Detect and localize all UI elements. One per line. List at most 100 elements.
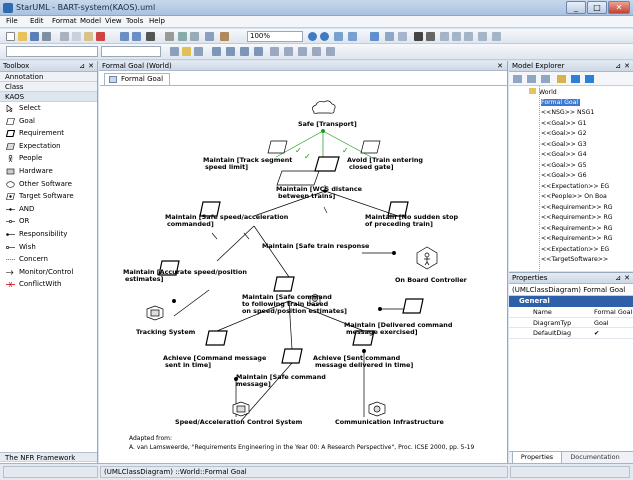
show-icon[interactable]	[284, 47, 293, 56]
menu-help[interactable]: Help	[149, 17, 165, 25]
redo-icon[interactable]	[132, 32, 141, 41]
tools-icon[interactable]	[220, 32, 229, 41]
tree-item[interactable]: <<People>> On Boa	[541, 193, 607, 200]
toolbox-item-expectation[interactable]: Expectation	[0, 140, 97, 153]
model-icon[interactable]	[370, 32, 379, 41]
fit-icon[interactable]	[334, 32, 343, 41]
node-wcs-line2[interactable]: between trains]	[278, 192, 335, 200]
tree-item[interactable]: <<Goal>> G1	[541, 120, 587, 127]
properties-pin-icon[interactable]: ⊿	[615, 273, 621, 283]
node-delivered-line2[interactable]: message exercised]	[346, 328, 418, 336]
property-row[interactable]: DefaultDiag ✔	[509, 328, 633, 339]
toolbox-item-select[interactable]: Select	[0, 102, 97, 115]
new-file-icon[interactable]	[6, 32, 15, 41]
tree-item[interactable]: <<Goal>> G6	[541, 172, 587, 179]
property-value[interactable]: Formal Goal	[594, 307, 632, 317]
menu-edit[interactable]: Edit	[30, 17, 44, 25]
tree-item[interactable]: <<Goal>> G4	[541, 151, 587, 158]
fill-color-icon[interactable]	[182, 47, 191, 56]
toolbox-item-hardware[interactable]: Hardware	[0, 165, 97, 178]
node-achieve-sent-line2[interactable]: message delivered in time]	[315, 361, 413, 369]
zoom-combo[interactable]: 100%	[247, 31, 303, 42]
bold-icon[interactable]	[426, 32, 435, 41]
explorer-tool-icon[interactable]	[527, 75, 536, 83]
toolbox-item-requirement[interactable]: Requirement	[0, 127, 97, 140]
zoom-out-icon[interactable]	[320, 32, 329, 41]
menu-view[interactable]: View	[105, 17, 122, 25]
cut-icon[interactable]	[60, 32, 69, 41]
toolbox-item-target-software[interactable]: Target Software	[0, 190, 97, 203]
properties-group-general[interactable]: General	[509, 296, 633, 307]
default-checkbox[interactable]: ✔	[594, 328, 599, 338]
paste-icon[interactable]	[84, 32, 93, 41]
property-value[interactable]: Goal	[594, 318, 609, 328]
tree-item[interactable]: <<Goal>> G3	[541, 141, 587, 148]
text-tool-icon[interactable]	[414, 32, 423, 41]
line-style-icon[interactable]	[212, 47, 221, 56]
diagram-icon[interactable]	[385, 32, 394, 41]
node-accurate-line2[interactable]: estimates]	[125, 275, 164, 283]
move-up-icon[interactable]	[571, 75, 580, 83]
format-icon[interactable]	[440, 32, 449, 41]
tree-item[interactable]: <<Requirement>> RG	[541, 204, 613, 211]
menu-tools[interactable]: Tools	[126, 17, 143, 25]
view-icon[interactable]	[348, 32, 357, 41]
format5-icon[interactable]	[492, 32, 501, 41]
open-folder-icon[interactable]	[18, 32, 27, 41]
zoom-in-icon[interactable]	[308, 32, 317, 41]
toolbox-section-nfr[interactable]: The NFR Framework	[0, 452, 97, 462]
size-combo[interactable]	[101, 46, 161, 57]
explorer-tool-icon[interactable]	[513, 75, 522, 83]
toolbox-close-icon[interactable]: ✕	[88, 61, 94, 71]
print-icon[interactable]	[42, 32, 51, 41]
agent-onboard-controller[interactable]: On Board Controller	[395, 276, 468, 284]
node-safe-command-line3[interactable]: on speed/position estimates]	[242, 307, 347, 315]
property-row[interactable]: DiagramTyp Goal	[509, 318, 633, 328]
tree-item[interactable]: <<Expectation>> EG	[541, 183, 609, 190]
find-icon[interactable]	[146, 32, 155, 41]
node-safe-message-line2[interactable]: message]	[236, 380, 271, 388]
tree-item[interactable]: <<Requirement>> RG	[541, 235, 613, 242]
tree-item[interactable]: <<Goal>> G5	[541, 162, 587, 169]
toolbox-item-concern[interactable]: Concern	[0, 253, 97, 266]
format3-icon[interactable]	[464, 32, 473, 41]
node-response[interactable]: Maintain [Safe train response	[262, 242, 370, 250]
format2-icon[interactable]	[452, 32, 461, 41]
node-achieve-cmd-line2[interactable]: sent in time]	[165, 361, 211, 369]
explorer-close-icon[interactable]: ✕	[624, 61, 630, 71]
explorer-tool-icon[interactable]	[557, 75, 566, 83]
node-track-segment-line2[interactable]: speed limit]	[205, 163, 248, 171]
save-icon[interactable]	[30, 32, 39, 41]
align-icon[interactable]	[178, 32, 187, 41]
menu-format[interactable]: Format	[52, 17, 77, 25]
tree-item[interactable]: <<Expectation>> EG	[541, 246, 609, 253]
property-row[interactable]: Name Formal Goal	[509, 307, 633, 318]
toolbox-item-and[interactable]: AND	[0, 203, 97, 216]
layout-icon[interactable]	[190, 32, 199, 41]
toolbox-item-wish[interactable]: Wish	[0, 241, 97, 254]
check-icon[interactable]	[398, 32, 407, 41]
operations-icon[interactable]	[312, 47, 321, 56]
explorer-tool-icon[interactable]	[541, 75, 550, 83]
tree-item-selected[interactable]: Formal Goal	[541, 98, 581, 106]
tree-item[interactable]: <<NSG>> NSG1	[541, 109, 594, 116]
tree-item[interactable]: <<Requirement>> RG	[541, 225, 613, 232]
agent-speed-control[interactable]: Speed/Acceleration Control System	[175, 418, 303, 426]
font-combo[interactable]	[6, 46, 98, 57]
node-avoid-line2[interactable]: closed gate]	[349, 163, 394, 171]
toolbox-section-kaos[interactable]: KAOS	[0, 92, 97, 102]
node-safe-transport[interactable]: Safe [Transport]	[298, 120, 357, 128]
toolbox-section-class[interactable]: Class	[0, 82, 97, 92]
tree-item[interactable]: World	[529, 88, 557, 96]
copy-icon[interactable]	[72, 32, 81, 41]
kaos-diagram-canvas[interactable]: ✓ ✓ ✓ Safe [Transport] Maintain [Track s…	[99, 61, 508, 463]
properties-close-icon[interactable]: ✕	[624, 273, 630, 283]
explorer-pin-icon[interactable]: ⊿	[615, 61, 621, 71]
toolbox-item-conflict-with[interactable]: ConflictWith	[0, 278, 97, 291]
toolbox-item-or[interactable]: OR	[0, 215, 97, 228]
minimize-button[interactable]: _	[566, 1, 586, 14]
arrange-icon[interactable]	[226, 47, 235, 56]
bring-front-icon[interactable]	[240, 47, 249, 56]
tree-item[interactable]: <<Requirement>> RG	[541, 214, 613, 221]
undo-icon[interactable]	[120, 32, 129, 41]
